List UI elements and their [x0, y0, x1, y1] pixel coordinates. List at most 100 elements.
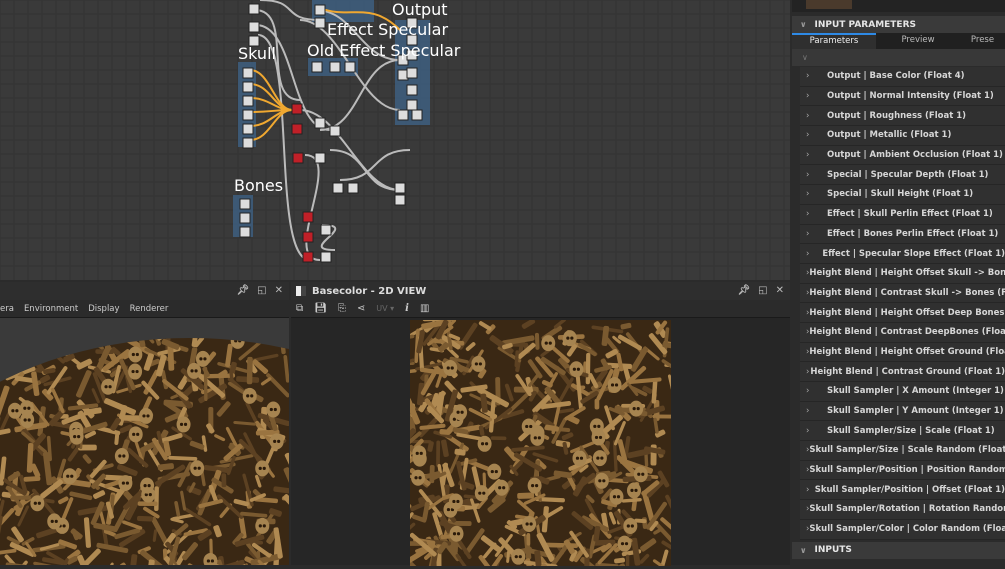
tab-presets[interactable]: Prese: [960, 33, 1005, 49]
basecolor-texture-preview[interactable]: [410, 320, 671, 566]
skull-shape: [255, 517, 270, 534]
3d-viewport[interactable]: [0, 318, 315, 569]
section-title: INPUTS: [814, 545, 852, 555]
parameter-item[interactable]: › Skull Sampler/Size | Scale (Float 1): [800, 421, 1005, 442]
menu-environment[interactable]: Environment: [24, 304, 78, 314]
skull-eye: [478, 491, 482, 495]
parameter-label: Effect | Bones Perlin Effect (Float 1): [827, 228, 999, 239]
skull-eye: [641, 472, 645, 476]
save-icon[interactable]: 💾︎: [314, 303, 327, 314]
graph-node: [242, 81, 254, 93]
skull-eye: [450, 366, 454, 370]
parameter-item[interactable]: › Skull Sampler/Color | Color Random (Flo…: [800, 519, 1005, 540]
skull-eye: [131, 369, 135, 374]
graph-node: [347, 182, 359, 194]
parameter-item[interactable]: › Skull Sampler | Y Amount (Integer 1): [800, 401, 1005, 422]
graph-node: [411, 109, 423, 121]
parameter-item[interactable]: › Special | Skull Height (Float 1): [800, 185, 1005, 205]
menu-camera[interactable]: era: [0, 304, 14, 314]
pin-icon[interactable]: 📌︎: [737, 285, 750, 296]
close-icon[interactable]: ✕: [776, 285, 784, 296]
chevron-right-icon: ›: [806, 130, 810, 141]
menu-renderer[interactable]: Renderer: [130, 304, 169, 314]
parameter-item[interactable]: › Height Blend | Height Offset Skull -> B…: [800, 263, 1005, 284]
skull-eye: [484, 442, 489, 446]
parameter-item[interactable]: › Output | Ambient Occlusion (Float 1): [800, 145, 1005, 166]
copy-icon[interactable]: ⎘: [338, 303, 346, 314]
menu-display[interactable]: Display: [88, 304, 119, 314]
histogram-icon[interactable]: ▥: [420, 303, 429, 314]
frame-title-old-effect-specular: Old Effect Specular: [307, 41, 461, 60]
skull-eye: [118, 454, 122, 458]
parameter-item[interactable]: › Special | Specular Depth (Float 1): [800, 165, 1005, 186]
chevron-right-icon: ›: [806, 189, 810, 200]
parameter-item[interactable]: › Effect | Bones Perlin Effect (Float 1): [800, 224, 1005, 245]
skull-eye: [179, 422, 184, 427]
parameter-item[interactable]: › Skull Sampler | X Amount (Integer 1): [800, 382, 1005, 402]
close-icon[interactable]: ✕: [275, 285, 283, 296]
copy-view-icon[interactable]: ⧉: [296, 303, 303, 314]
skull-eye: [27, 418, 31, 422]
pin-icon[interactable]: 📌︎: [236, 285, 249, 296]
chevron-right-icon: ›: [806, 425, 810, 436]
2d-view-toolbar: ⧉ 💾︎ ⎘ ⋖ UV ▾ i ▥: [291, 300, 790, 318]
parameter-item[interactable]: › Output | Base Color (Float 4): [800, 67, 1005, 87]
parameter-item[interactable]: › Effect | Specular Slope Effect (Float 1…: [800, 244, 1005, 264]
input-parameters-header[interactable]: ∨ INPUT PARAMETERS: [792, 16, 1005, 33]
chevron-right-icon: ›: [806, 209, 810, 220]
inputs-header[interactable]: ∨ INPUTS: [792, 541, 1005, 559]
group-collapse-row[interactable]: ∨: [792, 49, 1005, 66]
parameter-item[interactable]: › Effect | Skull Perlin Effect (Float 1): [800, 204, 1005, 225]
maximize-icon[interactable]: ◱: [758, 285, 767, 296]
parameter-item[interactable]: › Skull Sampler/Rotation | Rotation Rando…: [800, 500, 1005, 520]
skull-shape: [594, 472, 609, 489]
skull-shape: [269, 433, 284, 450]
skull-eye: [575, 456, 580, 460]
tab-preview[interactable]: Preview: [876, 33, 960, 49]
parameter-item[interactable]: › Height Blend | Contrast Ground (Float 1…: [800, 362, 1005, 382]
share-icon[interactable]: ⋖: [357, 303, 365, 314]
graph-node: [397, 109, 409, 121]
parameter-label: Skull Sampler/Size | Scale (Float 1): [827, 425, 995, 436]
chevron-right-icon: ›: [806, 386, 810, 397]
skull-eye: [598, 479, 602, 483]
parameter-item[interactable]: › Skull Sampler/Position | Position Rando…: [800, 460, 1005, 481]
uv-dropdown[interactable]: UV ▾: [376, 304, 394, 313]
parameter-item[interactable]: › Height Blend | Height Offset Ground (Fl…: [800, 342, 1005, 363]
skull-shape: [623, 517, 638, 534]
skull-shape: [589, 418, 604, 435]
tab-parameters[interactable]: Parameters: [792, 33, 876, 49]
graph-node: [406, 67, 418, 79]
skull-shape: [62, 468, 77, 485]
skull-eye: [610, 383, 615, 387]
graph-thumbnail[interactable]: [806, 0, 852, 9]
parameter-item[interactable]: › Skull Sampler/Size | Scale Random (Floa…: [800, 441, 1005, 461]
parameter-label: Effect | Skull Perlin Effect (Float 1): [827, 209, 993, 220]
bone-shape: [490, 436, 507, 441]
2d-view-title: Basecolor - 2D VIEW: [312, 285, 427, 297]
parameter-label: Height Blend | Height Offset Deep Bones …: [809, 307, 1005, 318]
graph-node: [242, 123, 254, 135]
3d-view-menu: era Environment Display Renderer: [0, 300, 289, 318]
graph-node: [344, 61, 356, 73]
parameter-item[interactable]: › Height Blend | Contrast DeepBones (Floa…: [800, 322, 1005, 343]
parameter-item[interactable]: › Skull Sampler/Position | Offset (Float …: [800, 480, 1005, 501]
parameter-item[interactable]: › Output | Normal Intensity (Float 1): [800, 86, 1005, 107]
parameter-item[interactable]: › Height Blend | Contrast Skull -> Bones …: [800, 283, 1005, 304]
skull-eye: [616, 495, 621, 499]
skull-shape: [592, 450, 607, 467]
skull-eye: [630, 488, 634, 492]
skull-shape: [412, 445, 427, 462]
parameter-item[interactable]: › Output | Metallic (Float 1): [800, 126, 1005, 146]
maximize-icon[interactable]: ◱: [257, 285, 266, 296]
parameter-item[interactable]: › Height Blend | Height Offset Deep Bones…: [800, 303, 1005, 323]
parameter-item[interactable]: › Output | Roughness (Float 1): [800, 106, 1005, 127]
skull-shape: [572, 450, 587, 467]
skull-eye: [566, 336, 570, 340]
info-icon[interactable]: i: [405, 303, 409, 314]
chevron-right-icon: ›: [806, 524, 810, 535]
node-graph[interactable]: Output Effect Specular Old Effect Specul…: [0, 0, 790, 280]
bone-shape: [439, 428, 450, 435]
skull-shape: [541, 335, 556, 352]
skull-eye: [544, 341, 548, 345]
